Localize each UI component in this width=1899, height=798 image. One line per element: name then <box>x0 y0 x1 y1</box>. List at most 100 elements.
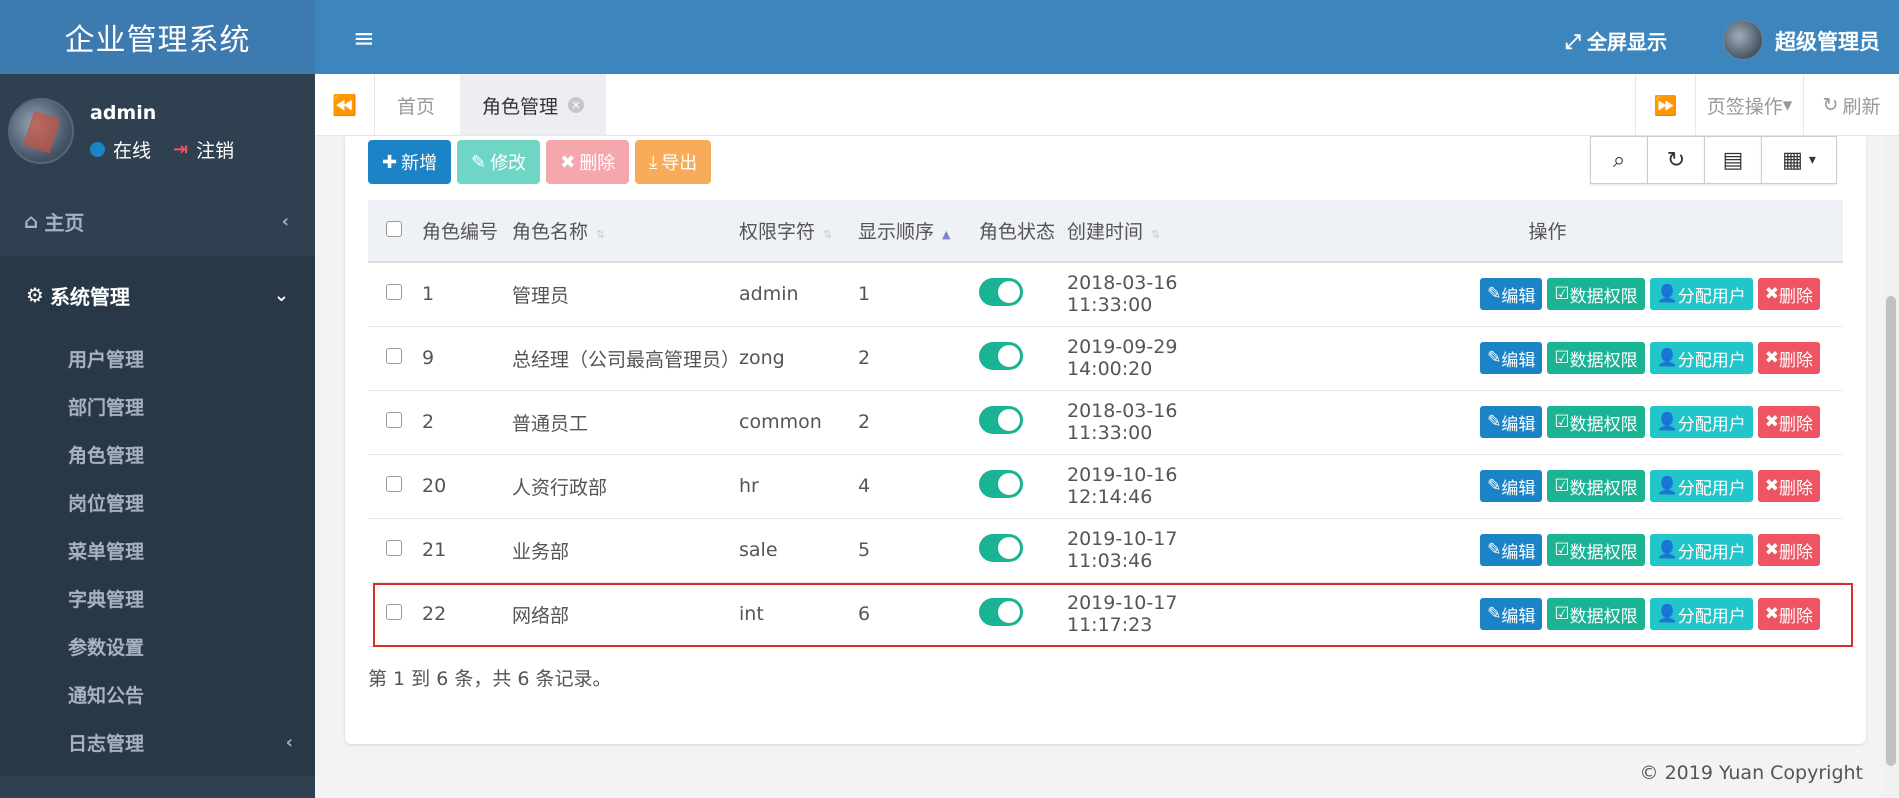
cell-status <box>979 582 1067 647</box>
table-row[interactable]: 9 总经理（公司最高管理员） zong 2 2019-09-29 14:00:20 ✎ 编辑… <box>368 326 1843 391</box>
row-checkbox[interactable] <box>386 476 402 492</box>
tab-operations-dropdown[interactable]: 页签操作 ▾ <box>1695 74 1803 136</box>
row-edit-button[interactable]: ✎ 编辑 <box>1480 278 1543 311</box>
row-data-scope-button[interactable]: ☑ 数据权限 <box>1547 598 1645 630</box>
tab-scroll-right-icon[interactable]: ⏩ <box>1635 74 1695 136</box>
scrollbar-thumb[interactable] <box>1886 296 1896 766</box>
row-delete-button[interactable]: ✖ 删除 <box>1757 534 1820 566</box>
edit-label: 修改 <box>490 153 527 174</box>
row-checkbox[interactable] <box>386 604 402 620</box>
toggle-view-button[interactable]: ▤ <box>1704 136 1762 184</box>
cell-actions: ✎ 编辑 ☑ 数据权限 👤 分配用户 ✖ 删除 <box>1252 262 1843 327</box>
row-checkbox[interactable] <box>386 284 402 301</box>
row-data-scope-button[interactable]: ☑ 数据权限 <box>1547 470 1645 502</box>
sidebar-item-home[interactable]: ⌂ 主页 ‹ <box>0 186 315 256</box>
table-row[interactable]: 21 业务部 sale 5 2019-10-17 11:03:46 ✎ 编辑 ☑ 数据权限 👤 分配… <box>368 518 1843 583</box>
tab-home[interactable]: 首页 <box>375 74 457 136</box>
row-delete-button[interactable]: ✖ 删除 <box>1757 278 1820 311</box>
table-header-row: 角色编号 角色名称 ⇅ 权限字符 ⇅ 显示顺序 ▲ 角色状态 创建时间 ⇅ 操作 <box>368 200 1843 263</box>
row-assign-user-button[interactable]: 👤 分配用户 <box>1649 406 1753 438</box>
scrollbar[interactable] <box>1883 136 1899 798</box>
sidebar-item-params[interactable]: 参数设置 <box>0 622 315 670</box>
user-icon: 👤 <box>1656 412 1678 432</box>
cell-actions: ✎ 编辑 ☑ 数据权限 👤 分配用户 ✖ 删除 <box>1252 518 1843 583</box>
row-checkbox[interactable] <box>386 412 402 428</box>
table-row[interactable]: 20 人资行政部 hr 4 2019-10-16 12:14:46 ✎ 编辑 ☑ 数据权限 👤 分配… <box>368 454 1843 519</box>
row-delete-button[interactable]: ✖ 删除 <box>1757 598 1820 630</box>
col-role-name[interactable]: 角色名称 ⇅ <box>512 200 739 263</box>
sidebar-item-departments[interactable]: 部门管理 <box>0 382 315 430</box>
delete-button[interactable]: ✖ 删除 <box>546 140 630 184</box>
status-toggle[interactable] <box>979 405 1023 434</box>
row-edit-button[interactable]: ✎ 编辑 <box>1480 342 1543 374</box>
menu-toggle-icon[interactable]: ≡ <box>353 24 375 54</box>
col-role-key[interactable]: 权限字符 ⇅ <box>739 200 858 263</box>
fullscreen-button[interactable]: ⤢ 全屏显示 <box>1565 26 1667 55</box>
sidebar-item-dicts[interactable]: 字典管理 <box>0 574 315 622</box>
row-assign-user-button[interactable]: 👤 分配用户 <box>1649 534 1753 566</box>
cell-order: 4 <box>858 454 979 519</box>
select-all-checkbox[interactable] <box>386 220 402 237</box>
row-assign-user-button[interactable]: 👤 分配用户 <box>1649 598 1753 630</box>
avatar[interactable] <box>8 98 74 164</box>
col-order[interactable]: 显示顺序 ▲ <box>858 200 979 263</box>
search-toggle-button[interactable]: ⌕ <box>1590 136 1648 184</box>
row-actions: ✎ 编辑 ☑ 数据权限 👤 分配用户 ✖ 删除 <box>1252 534 1843 566</box>
tab-scroll-left-icon[interactable]: ⏪ <box>315 74 375 136</box>
refresh-button[interactable]: ↻ 刷新 <box>1803 74 1899 136</box>
select-all-cell <box>368 200 422 263</box>
col-role-id[interactable]: 角色编号 <box>422 200 512 263</box>
row-edit-button[interactable]: ✎ 编辑 <box>1480 406 1543 438</box>
close-icon[interactable]: ✕ <box>568 97 585 113</box>
row-select-cell <box>368 262 422 327</box>
sidebar-item-system[interactable]: ⚙ 系统管理 ⌄ <box>0 256 315 334</box>
row-assign-user-button[interactable]: 👤 分配用户 <box>1649 470 1753 502</box>
row-checkbox[interactable] <box>386 540 402 556</box>
tab-role-management[interactable]: 角色管理 ✕ <box>460 74 607 136</box>
row-edit-button[interactable]: ✎ 编辑 <box>1480 470 1543 502</box>
row-edit-button[interactable]: ✎ 编辑 <box>1480 598 1543 630</box>
admin-menu[interactable]: 超级管理员 <box>1775 26 1880 56</box>
table-row[interactable]: 22 网络部 int 6 2019-10-17 11:17:23 ✎ 编辑 ☑ 数据权限 👤 分配用… <box>368 582 1843 647</box>
row-data-scope-button[interactable]: ☑ 数据权限 <box>1547 278 1645 311</box>
sidebar-item-users[interactable]: 用户管理 <box>0 334 315 382</box>
row-data-scope-button[interactable]: ☑ 数据权限 <box>1547 406 1645 438</box>
status-toggle[interactable] <box>979 341 1023 370</box>
check-square-icon: ☑ <box>1554 348 1570 368</box>
row-data-scope-button[interactable]: ☑ 数据权限 <box>1547 342 1645 374</box>
status-toggle[interactable] <box>979 469 1023 498</box>
row-delete-button[interactable]: ✖ 删除 <box>1757 470 1820 502</box>
sidebar-item-menus[interactable]: 菜单管理 <box>0 526 315 574</box>
cell-role-name: 普通员工 <box>512 390 739 455</box>
cell-role-id: 2 <box>422 390 512 455</box>
status-toggle[interactable] <box>979 277 1023 306</box>
table-row[interactable]: 1 管理员 admin 1 2018-03-16 11:33:00 ✎ 编辑 ☑ 数据权限 👤 分配… <box>368 262 1843 327</box>
sidebar-item-logs[interactable]: 日志管理 ‹ <box>0 718 315 766</box>
avatar[interactable] <box>1723 20 1763 60</box>
logout-icon[interactable]: ⇥ <box>173 139 188 160</box>
sidebar-item-roles[interactable]: 角色管理 <box>0 430 315 478</box>
columns-button[interactable]: ▦ ▾ <box>1761 136 1837 184</box>
row-delete-button[interactable]: ✖ 删除 <box>1757 342 1820 374</box>
row-assign-user-button[interactable]: 👤 分配用户 <box>1649 278 1753 311</box>
content-panel: ✚ 新增 ✎ 修改 ✖ 删除 ⤓ 导出 ⌕ ↻ ▤ ▦ ▾ 角色编号 角色名称 ⇅ 权限字符… <box>345 136 1866 744</box>
caret-down-icon: ▾ <box>1782 94 1793 116</box>
status-toggle[interactable] <box>979 533 1023 562</box>
row-data-scope-button[interactable]: ☑ 数据权限 <box>1547 534 1645 566</box>
sidebar: 企业管理系统 admin 在线 ⇥ 注销 ⌂ 主页 ‹ ⚙ 系统管理 ⌄ 用户管… <box>0 0 315 798</box>
row-delete-button[interactable]: ✖ 删除 <box>1757 406 1820 438</box>
logout-link[interactable]: 注销 <box>196 136 234 163</box>
refresh-table-button[interactable]: ↻ <box>1647 136 1705 184</box>
row-assign-user-button[interactable]: 👤 分配用户 <box>1649 342 1753 374</box>
row-checkbox[interactable] <box>386 348 402 364</box>
edit-button[interactable]: ✎ 修改 <box>457 140 541 184</box>
table-row[interactable]: 2 普通员工 common 2 2018-03-16 11:33:00 ✎ 编辑 ☑ 数据权限 👤… <box>368 390 1843 455</box>
row-edit-button[interactable]: ✎ 编辑 <box>1480 534 1543 566</box>
add-button[interactable]: ✚ 新增 <box>368 140 452 184</box>
chevron-left-icon: ‹ <box>285 731 293 753</box>
sidebar-item-notices[interactable]: 通知公告 <box>0 670 315 718</box>
export-button[interactable]: ⤓ 导出 <box>635 140 712 184</box>
col-created[interactable]: 创建时间 ⇅ <box>1067 200 1252 263</box>
sidebar-item-posts[interactable]: 岗位管理 <box>0 478 315 526</box>
status-toggle[interactable] <box>979 597 1023 626</box>
